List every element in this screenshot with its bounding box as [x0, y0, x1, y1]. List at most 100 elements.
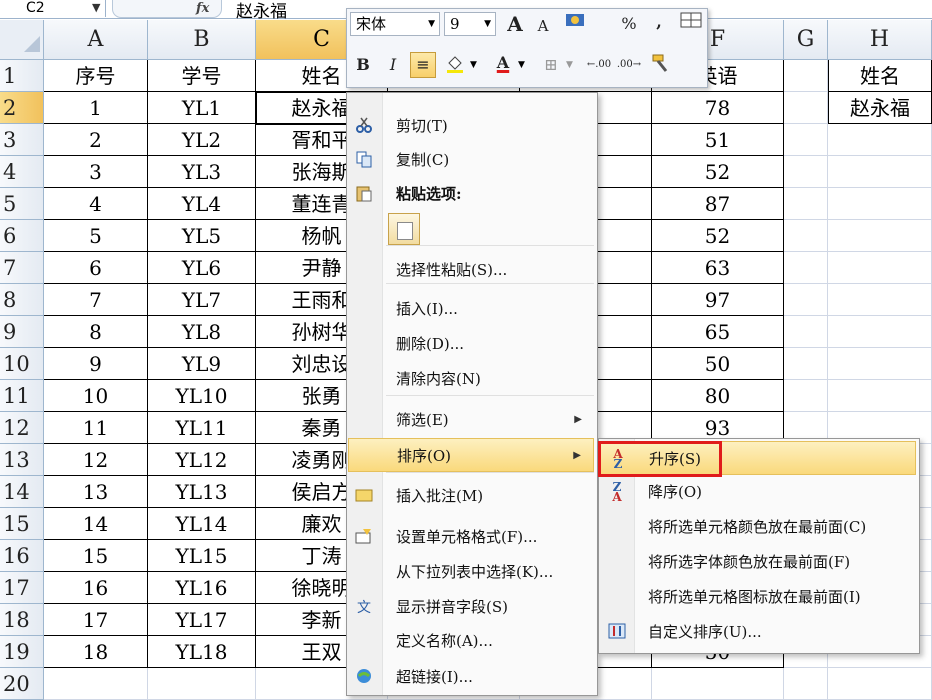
row-header-8[interactable]: 8	[0, 284, 44, 316]
table-cell-h[interactable]	[828, 380, 932, 412]
row-header-10[interactable]: 10	[0, 348, 44, 380]
table-cell-b[interactable]: YL7	[148, 284, 256, 316]
shrink-font-button[interactable]: A	[530, 13, 556, 39]
row-header-7[interactable]: 7	[0, 252, 44, 284]
table-cell-h[interactable]	[828, 188, 932, 220]
sort-submenu-item-5[interactable]: 将所选单元格图标放在最前面(I)	[600, 580, 916, 614]
table-cell-a[interactable]: 4	[44, 188, 148, 220]
center-align-button[interactable]: ≡	[410, 52, 436, 78]
context-menu-item-1[interactable]: 剪切(T)	[348, 109, 594, 143]
empty-cell[interactable]	[44, 668, 148, 700]
table-cell-a[interactable]: 17	[44, 604, 148, 636]
row-header-20[interactable]: 20	[0, 668, 44, 700]
table-cell-h[interactable]	[828, 348, 932, 380]
increase-decimal-button[interactable]: ←.00	[586, 52, 612, 78]
font-color-dropdown-icon[interactable]: ▼	[518, 60, 525, 70]
table-cell-b[interactable]: YL12	[148, 444, 256, 476]
table-cell-h[interactable]	[828, 124, 932, 156]
table-cell-b[interactable]: YL4	[148, 188, 256, 220]
table-cell-b[interactable]: YL15	[148, 540, 256, 572]
table-cell-a[interactable]: 9	[44, 348, 148, 380]
table-cell-a[interactable]: 5	[44, 220, 148, 252]
table-cell-f[interactable]: 80	[652, 380, 784, 412]
paste-option-icon[interactable]	[388, 213, 420, 245]
row-header-11[interactable]: 11	[0, 380, 44, 412]
row-header-3[interactable]: 3	[0, 124, 44, 156]
table-cell-b[interactable]: YL1	[148, 92, 256, 124]
context-menu-item-9[interactable]: 排序(O) ▶	[348, 438, 594, 472]
font-name-select[interactable]: 宋体 ▼	[350, 12, 440, 36]
table-cell-g[interactable]	[784, 316, 828, 348]
sort-submenu-item-6[interactable]: 自定义排序(U)...	[600, 615, 916, 649]
table-cell-a[interactable]: 14	[44, 508, 148, 540]
name-box-dropdown-icon[interactable]: ▼	[92, 1, 100, 14]
table-cell-g[interactable]	[784, 92, 828, 124]
font-color-button[interactable]: A	[490, 50, 516, 76]
italic-button[interactable]: I	[380, 52, 406, 78]
table-cell-h[interactable]	[828, 156, 932, 188]
insert-function-button[interactable]: fx	[196, 0, 209, 17]
borders-dropdown-icon[interactable]: ▼	[566, 60, 573, 70]
table-cell-f[interactable]: 87	[652, 188, 784, 220]
table-cell-g[interactable]	[784, 124, 828, 156]
row-header-16[interactable]: 16	[0, 540, 44, 572]
decrease-decimal-button[interactable]: .00→	[616, 52, 642, 78]
lookup-value-cell[interactable]: 赵永福	[828, 92, 932, 124]
table-cell-b[interactable]: YL17	[148, 604, 256, 636]
context-menu-item-6[interactable]: 删除(D)...	[348, 327, 594, 361]
table-cell-b[interactable]: YL18	[148, 636, 256, 668]
context-menu-item-7[interactable]: 清除内容(N)	[348, 362, 594, 396]
table-cell-a[interactable]: 12	[44, 444, 148, 476]
row-header-5[interactable]: 5	[0, 188, 44, 220]
bold-button[interactable]: B	[350, 52, 376, 78]
table-cell-f[interactable]: 52	[652, 220, 784, 252]
table-cell-f[interactable]: 78	[652, 92, 784, 124]
accounting-format-button[interactable]	[562, 11, 588, 37]
table-cell-f[interactable]: 65	[652, 316, 784, 348]
grow-font-button[interactable]: A	[502, 11, 528, 37]
table-cell-b[interactable]: YL16	[148, 572, 256, 604]
table-cell-h[interactable]	[828, 220, 932, 252]
table-cell-f[interactable]: 52	[652, 156, 784, 188]
percent-style-button[interactable]: %	[616, 11, 642, 37]
table-cell-b[interactable]: YL10	[148, 380, 256, 412]
column-header-a[interactable]: A	[44, 20, 148, 60]
table-cell-b[interactable]: YL14	[148, 508, 256, 540]
row-header-9[interactable]: 9	[0, 316, 44, 348]
table-cell-g[interactable]	[784, 348, 828, 380]
comma-style-button[interactable]: ,	[646, 9, 672, 35]
table-cell-b[interactable]: YL5	[148, 220, 256, 252]
format-painter-button[interactable]	[648, 52, 674, 78]
fill-color-dropdown-icon[interactable]: ▼	[470, 60, 477, 70]
row-header-6[interactable]: 6	[0, 220, 44, 252]
row-header-19[interactable]: 19	[0, 636, 44, 668]
table-cell-a[interactable]: 15	[44, 540, 148, 572]
font-size-select[interactable]: 9 ▼	[444, 12, 496, 36]
name-box[interactable]: C2	[0, 0, 106, 17]
sort-submenu-item-4[interactable]: 将所选字体颜色放在最前面(F)	[600, 545, 916, 579]
format-painter-table-button[interactable]	[678, 11, 704, 37]
column-header-g[interactable]: G	[784, 20, 828, 60]
sort-submenu-item-3[interactable]: 将所选单元格颜色放在最前面(C)	[600, 510, 916, 544]
row-header-4[interactable]: 4	[0, 156, 44, 188]
row-header-1[interactable]: 1	[0, 60, 44, 92]
table-cell-a[interactable]: 3	[44, 156, 148, 188]
row-header-17[interactable]: 17	[0, 572, 44, 604]
table-cell-g[interactable]	[784, 252, 828, 284]
table-cell-h[interactable]	[828, 284, 932, 316]
table-cell-g[interactable]	[784, 156, 828, 188]
context-menu-item-12[interactable]: 从下拉列表中选择(K)...	[348, 555, 594, 589]
empty-cell[interactable]	[652, 668, 784, 700]
table-cell-b[interactable]: YL13	[148, 476, 256, 508]
table-cell-a[interactable]: 7	[44, 284, 148, 316]
table-cell-b[interactable]: YL9	[148, 348, 256, 380]
table-cell-a[interactable]: 8	[44, 316, 148, 348]
table-cell-g[interactable]	[784, 220, 828, 252]
table-cell-a[interactable]: 18	[44, 636, 148, 668]
table-cell-h[interactable]	[828, 252, 932, 284]
table-cell-g[interactable]	[784, 188, 828, 220]
table-cell-f[interactable]: 63	[652, 252, 784, 284]
cell-g1[interactable]	[784, 60, 828, 92]
context-menu-item-5[interactable]: 插入(I)...	[348, 292, 594, 326]
table-cell-a[interactable]: 10	[44, 380, 148, 412]
